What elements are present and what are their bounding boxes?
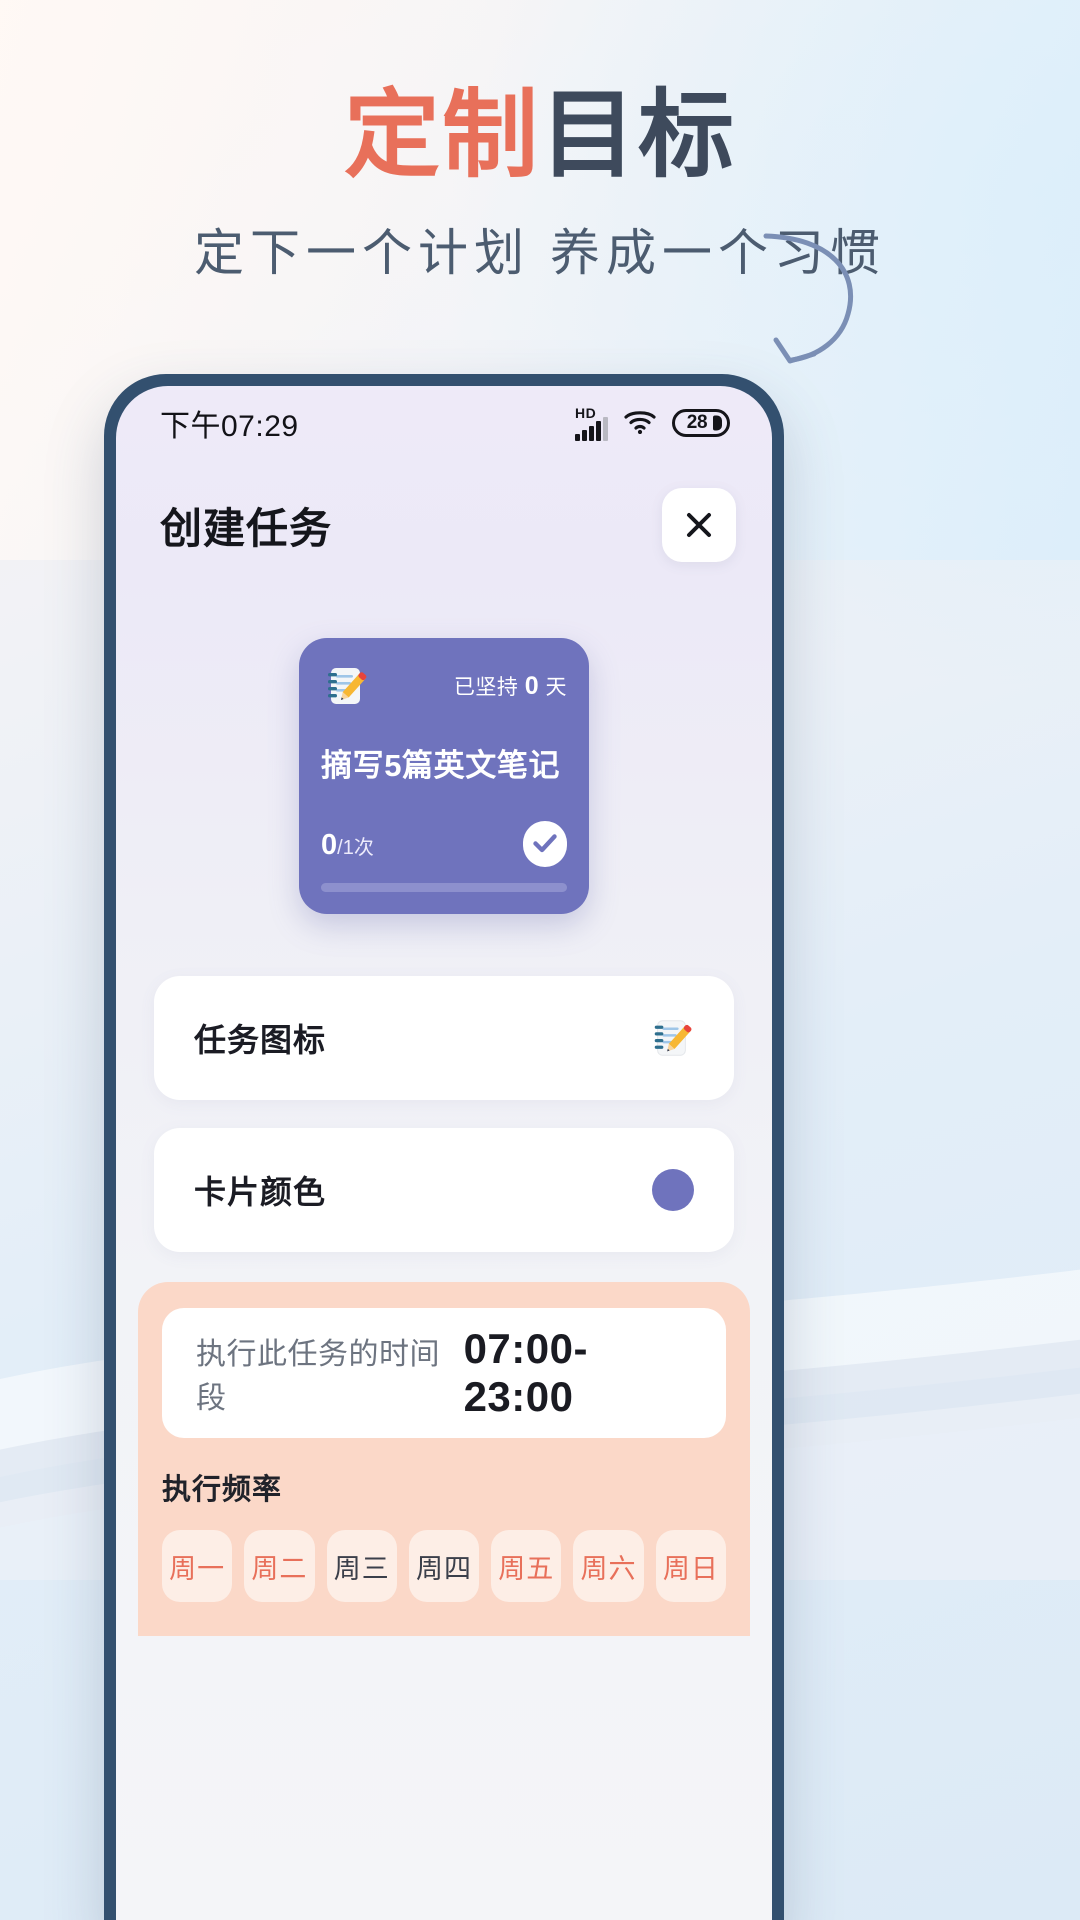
habit-count: 0/1次 bbox=[321, 829, 374, 862]
page-title: 创建任务 bbox=[160, 504, 333, 552]
habit-progress-bar bbox=[321, 883, 567, 892]
streak-value: 0 bbox=[524, 672, 540, 700]
habit-card-preview-wrap: 已坚持 0 天 摘写5篇英文笔记 0/1次 bbox=[116, 638, 772, 914]
close-icon bbox=[684, 510, 714, 540]
color-swatch-icon[interactable] bbox=[652, 1169, 694, 1211]
weekday-chip-group: 周一 周二 周三 周四 周五 周六 周日 bbox=[162, 1530, 726, 1602]
weekday-chip[interactable]: 周四 bbox=[408, 1530, 480, 1602]
habit-card-bottom: 0/1次 bbox=[321, 820, 567, 870]
check-circle-icon bbox=[523, 820, 567, 870]
streak-prefix: 已坚持 bbox=[453, 676, 519, 699]
headline-accent: 定制 bbox=[344, 82, 540, 189]
count-total: /1次 bbox=[337, 836, 374, 859]
habit-card-top: 已坚持 0 天 bbox=[321, 662, 567, 710]
phone-mockup: 下午07:29 HD 28 创建任务 已坚持 0 天 摘写5篇英文笔记 0/1次… bbox=[104, 374, 784, 1920]
row-card-color[interactable]: 卡片颜色 bbox=[154, 1128, 734, 1252]
settings-rows: 任务图标 卡片颜色 bbox=[116, 976, 772, 1252]
promo-page: 定制目标 定下一个计划 养成一个习惯 下午07:29 HD 28 创建任务 已坚… bbox=[0, 0, 1080, 1920]
habit-preview-card[interactable]: 已坚持 0 天 摘写5篇英文笔记 0/1次 bbox=[299, 638, 589, 914]
time-range-label: 执行此任务的时间段 bbox=[196, 1338, 440, 1415]
habit-title: 摘写5篇英文笔记 bbox=[321, 748, 561, 783]
phone-screen: 下午07:29 HD 28 创建任务 已坚持 0 天 摘写5篇英文笔记 0/1次… bbox=[116, 386, 772, 1920]
close-button[interactable] bbox=[662, 488, 736, 562]
promo-headline: 定制目标 bbox=[0, 88, 1080, 184]
weekday-chip[interactable]: 周日 bbox=[655, 1530, 726, 1602]
count-done: 0 bbox=[321, 828, 338, 861]
signal-strength-bars bbox=[575, 416, 608, 441]
weekday-chip[interactable]: 周五 bbox=[491, 1530, 562, 1602]
weekday-chip[interactable]: 周六 bbox=[573, 1530, 644, 1602]
row-label-card-color: 卡片颜色 bbox=[194, 1174, 327, 1210]
status-icons: HD 28 bbox=[575, 406, 730, 441]
wifi-icon bbox=[623, 408, 657, 439]
battery-icon: 28 bbox=[672, 409, 730, 437]
weekday-chip[interactable]: 周三 bbox=[326, 1530, 397, 1602]
status-time: 下午07:29 bbox=[160, 410, 299, 443]
frequency-label: 执行频率 bbox=[162, 1474, 283, 1506]
headline-rest: 目标 bbox=[540, 82, 736, 189]
time-range-row[interactable]: 执行此任务的时间段 07:00-23:00 bbox=[162, 1308, 726, 1438]
weekday-chip[interactable]: 周一 bbox=[162, 1530, 233, 1602]
streak-suffix: 天 bbox=[545, 676, 567, 699]
habit-complete-button[interactable] bbox=[523, 820, 567, 870]
promo-subtitle: 定下一个计划 养成一个习惯 bbox=[194, 225, 886, 281]
schedule-panel: 执行此任务的时间段 07:00-23:00 执行频率 周一 周二 周三 周四 周… bbox=[138, 1282, 750, 1636]
signal-bars-icon: HD bbox=[575, 406, 608, 441]
notepad-pencil-icon bbox=[321, 662, 369, 710]
row-label-task-icon: 任务图标 bbox=[194, 1022, 327, 1058]
row-task-icon[interactable]: 任务图标 bbox=[154, 976, 734, 1100]
notepad-pencil-icon[interactable] bbox=[648, 1015, 694, 1061]
habit-streak: 已坚持 0 天 bbox=[454, 671, 567, 701]
time-range-value: 07:00-23:00 bbox=[463, 1325, 588, 1420]
battery-level: 28 bbox=[686, 412, 708, 433]
status-bar: 下午07:29 HD 28 bbox=[116, 386, 772, 460]
app-header: 创建任务 bbox=[116, 460, 772, 570]
network-label: HD bbox=[575, 404, 597, 421]
weekday-chip[interactable]: 周二 bbox=[244, 1530, 315, 1602]
